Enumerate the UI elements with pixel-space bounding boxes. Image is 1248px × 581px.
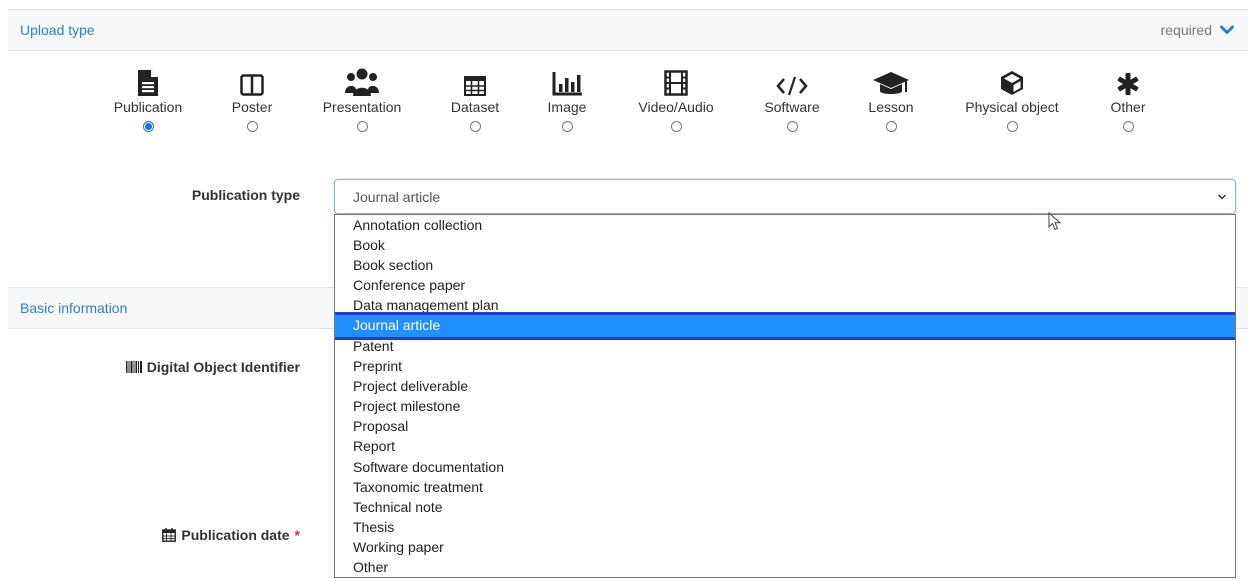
upload-type-presentation[interactable]: Presentation [302,62,422,132]
upload-type-radio[interactable] [356,121,368,132]
upload-type-radio[interactable] [469,121,481,132]
upload-type-radio[interactable] [885,121,897,132]
upload-type-label: Publication [113,99,183,115]
upload-type-other[interactable]: Other [1068,62,1188,132]
barcode-icon [125,361,142,373]
upload-type-header[interactable]: Upload type required [8,9,1248,51]
dropdown-option[interactable]: Project milestone [335,396,1235,416]
graduation-cap-icon [872,62,910,96]
chevron-down-icon [1220,25,1234,34]
cube-icon [1000,62,1024,96]
publication-type-dropdown-list[interactable]: Annotation collection Book Book section Con… [334,214,1236,578]
dropdown-option[interactable]: Working paper [335,537,1235,557]
upload-type-label: Dataset [450,99,500,115]
dropdown-option[interactable]: Technical note [335,497,1235,517]
upload-type-radio[interactable] [142,121,154,132]
upload-type-label: Software [764,99,820,115]
upload-type-lesson[interactable]: Lesson [831,62,951,132]
dropdown-option-selected[interactable]: Journal article [335,312,1235,340]
dropdown-option[interactable]: Data management plan [335,295,1235,315]
upload-type-radio[interactable] [1122,121,1134,132]
upload-type-poster[interactable]: Poster [192,62,312,132]
upload-type-radio[interactable] [246,121,258,132]
publication-date-label: Publication date * [100,527,300,543]
film-icon [664,62,688,96]
upload-type-label: Lesson [868,99,914,115]
upload-type-radio[interactable] [786,121,798,132]
upload-type-title: Upload type [20,22,95,38]
dropdown-option[interactable]: Conference paper [335,275,1235,295]
bar-chart-icon [552,62,582,96]
upload-type-image[interactable]: Image [507,62,627,132]
upload-type-label: Presentation [322,99,402,115]
dropdown-option[interactable]: Book section [335,255,1235,275]
select-value: Journal article [353,189,441,205]
publication-date-label-text: Publication date [181,527,290,543]
dropdown-option[interactable]: Software documentation [335,457,1235,477]
required-asterisk: * [294,527,300,543]
dropdown-option[interactable]: Annotation collection [335,215,1235,235]
dropdown-option[interactable]: Taxonomic treatment [335,477,1235,497]
calendar-icon [162,528,177,542]
upload-type-label: Video/Audio [638,99,714,115]
upload-type-radio[interactable] [670,121,682,132]
upload-type-label: Physical object [965,99,1059,115]
dropdown-option[interactable]: Other [335,557,1235,577]
dropdown-option[interactable]: Preprint [335,356,1235,376]
dropdown-option[interactable]: Project deliverable [335,376,1235,396]
columns-icon [240,62,264,96]
upload-type-physical-object[interactable]: Physical object [952,62,1072,132]
upload-type-label: Image [547,99,587,115]
doi-label: Digital Object Identifier [80,359,300,375]
table-icon [464,62,486,96]
dropdown-option[interactable]: Proposal [335,416,1235,436]
chevron-down-icon [1217,194,1227,200]
upload-type-label: Other [1110,99,1146,115]
upload-type-radio[interactable] [561,121,573,132]
dropdown-option[interactable]: Report [335,436,1235,456]
asterisk-icon [1116,62,1140,96]
required-indicator[interactable]: required [1161,22,1234,38]
doi-label-text: Digital Object Identifier [146,359,300,375]
upload-type-radio[interactable] [1006,121,1018,132]
dropdown-option[interactable]: Book [335,235,1235,255]
publication-type-select[interactable]: Journal article [334,179,1236,214]
dropdown-option[interactable]: Patent [335,336,1235,356]
basic-information-title: Basic information [20,300,128,316]
upload-type-label: Poster [231,99,273,115]
upload-type-video-audio[interactable]: Video/Audio [616,62,736,132]
mouse-cursor-icon [1048,212,1062,231]
dropdown-option[interactable]: Thesis [335,517,1235,537]
upload-type-publication[interactable]: Publication [88,62,208,132]
upload-type-options: Publication Poster Presentation Dataset … [0,62,1248,152]
group-icon [345,62,379,96]
required-label: required [1160,22,1212,38]
code-icon [776,62,808,96]
file-text-icon [138,62,158,96]
publication-type-label: Publication type [191,187,300,203]
